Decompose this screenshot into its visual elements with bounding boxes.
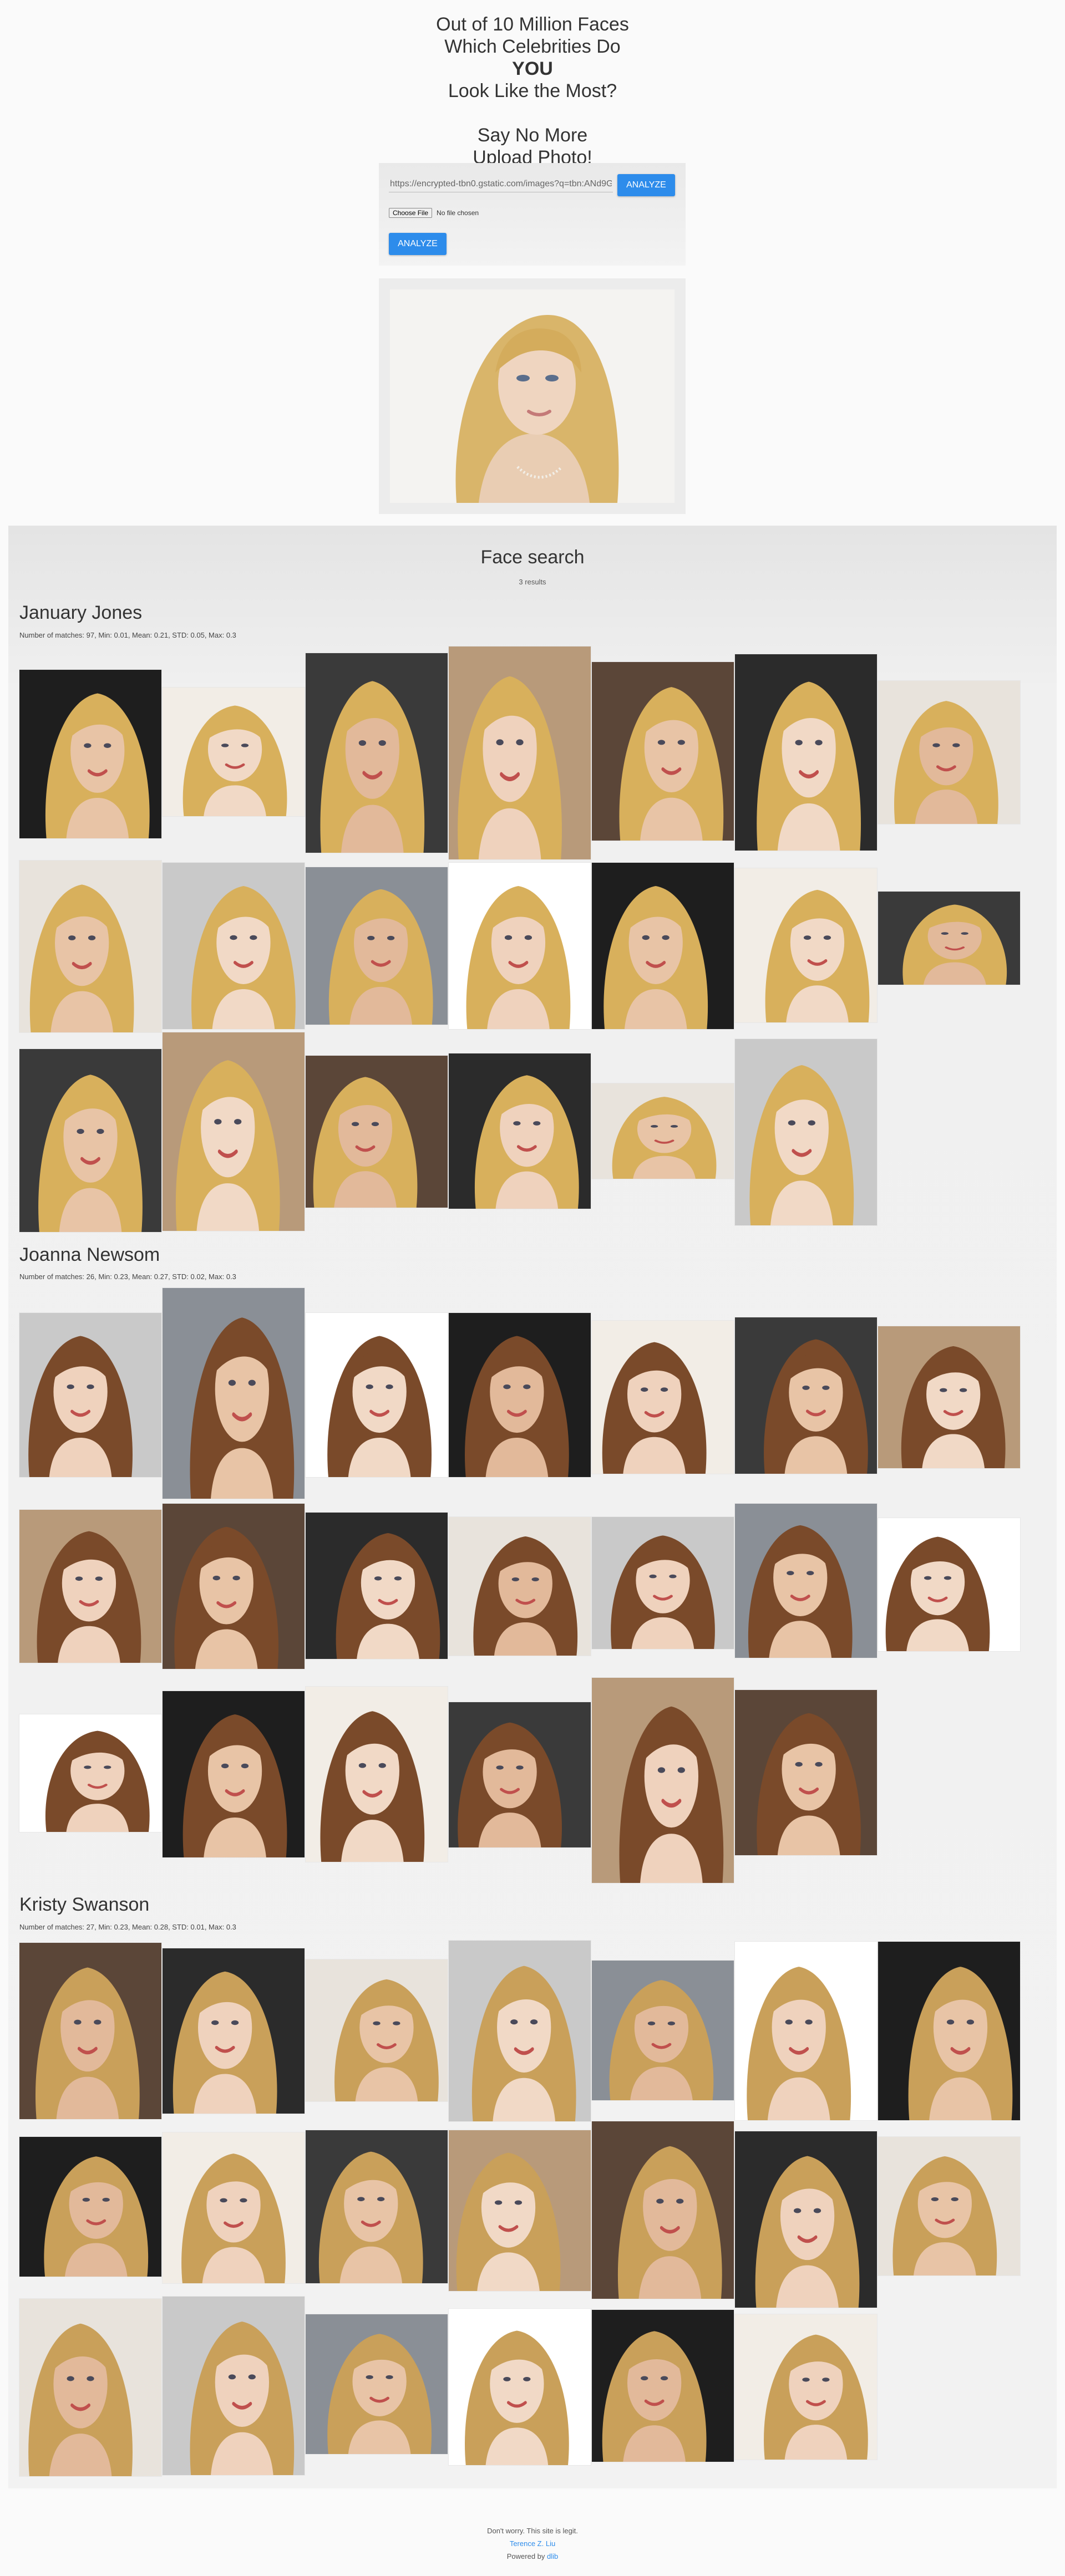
celebrity-name: January Jones: [19, 602, 143, 623]
match-photo-thumbnail[interactable]: [19, 2137, 161, 2277]
match-photo-thumbnail[interactable]: [449, 2130, 591, 2291]
match-photo-thumbnail[interactable]: [735, 1690, 877, 1855]
match-photo-thumbnail[interactable]: [306, 1687, 448, 1862]
match-photo-thumbnail[interactable]: [735, 1317, 877, 1474]
match-photo-thumbnail[interactable]: [163, 1504, 305, 1669]
celebrity-match-stats: Number of matches: 97, Min: 0.01, Mean: …: [19, 631, 236, 639]
match-photo-thumbnail[interactable]: [449, 1702, 591, 1847]
match-photo-thumbnail[interactable]: [449, 1941, 591, 2121]
match-photo-thumbnail[interactable]: [592, 2121, 734, 2299]
celebrity-match-stats: Number of matches: 26, Min: 0.23, Mean: …: [19, 1272, 236, 1281]
match-photo-thumbnail[interactable]: [19, 1714, 161, 1832]
match-photo-thumbnail[interactable]: [878, 681, 1020, 824]
match-photo-thumbnail[interactable]: [19, 861, 161, 1032]
match-photo-thumbnail[interactable]: [449, 1313, 591, 1477]
match-photo-thumbnail[interactable]: [735, 2314, 877, 2460]
hero-line-2: Which Celebrities Do: [444, 36, 621, 57]
upload-form: ANALYZE Choose File No file chosen ANALY…: [379, 163, 686, 266]
hero-line-4: Look Like the Most?: [448, 80, 617, 101]
match-photo-thumbnail[interactable]: [306, 653, 448, 853]
match-photo-thumbnail[interactable]: [163, 1288, 305, 1499]
match-photo-thumbnail[interactable]: [306, 1313, 448, 1477]
dlib-link[interactable]: dlib: [547, 2552, 558, 2560]
match-photo-thumbnail[interactable]: [163, 688, 305, 816]
match-photo-thumbnail[interactable]: [163, 1032, 305, 1231]
match-photo-thumbnail[interactable]: [19, 1943, 161, 2119]
match-photo-thumbnail[interactable]: [19, 2299, 161, 2476]
match-photo-thumbnail[interactable]: [449, 863, 591, 1029]
file-picker-row: Choose File No file chosen: [389, 207, 479, 218]
match-photo-thumbnail[interactable]: [878, 1942, 1020, 2120]
match-photo-thumbnail[interactable]: [449, 1053, 591, 1209]
match-photo-thumbnail[interactable]: [449, 1517, 591, 1656]
match-photo-thumbnail[interactable]: [449, 2309, 591, 2465]
match-photo-thumbnail[interactable]: [592, 1517, 734, 1649]
hero-heading: Out of 10 Million Faces Which Celebritie…: [0, 13, 1065, 169]
match-photo-thumbnail[interactable]: [163, 2297, 305, 2475]
hero-line-you: YOU: [512, 58, 553, 79]
analyze-url-button[interactable]: ANALYZE: [617, 174, 675, 196]
match-photo-thumbnail[interactable]: [878, 1518, 1020, 1651]
no-file-chosen-text: No file chosen: [437, 209, 479, 217]
match-photo-thumbnail[interactable]: [306, 1959, 448, 2101]
choose-file-button[interactable]: Choose File: [389, 208, 433, 218]
match-photo-thumbnail[interactable]: [592, 1083, 734, 1179]
hero-line-1: Out of 10 Million Faces: [436, 14, 629, 35]
results-count: 3 results: [519, 578, 546, 586]
match-photo-thumbnail[interactable]: [735, 1942, 877, 2120]
match-photo-thumbnail[interactable]: [878, 2137, 1020, 2275]
match-photo-thumbnail[interactable]: [306, 1513, 448, 1659]
match-photo-thumbnail[interactable]: [19, 1313, 161, 1477]
match-photo-thumbnail[interactable]: [735, 1039, 877, 1225]
powered-by-label: Powered by: [506, 2552, 545, 2560]
match-photo-thumbnail[interactable]: [163, 2132, 305, 2283]
match-photo-thumbnail[interactable]: [592, 662, 734, 841]
match-photo-thumbnail[interactable]: [735, 868, 877, 1022]
match-photo-thumbnail[interactable]: [306, 1056, 448, 1208]
match-photo-thumbnail[interactable]: [163, 863, 305, 1029]
site-footer: Don't worry. This site is legit. Terence…: [0, 2524, 1065, 2563]
match-photo-thumbnail[interactable]: [592, 1321, 734, 1474]
face-search-results: Face search 3 results January Jones Numb…: [8, 526, 1057, 2488]
match-photo-thumbnail[interactable]: [878, 1326, 1020, 1468]
match-photo-thumbnail[interactable]: [449, 646, 591, 859]
author-link[interactable]: Terence Z. Liu: [510, 2539, 555, 2548]
footer-disclaimer: Don't worry. This site is legit.: [487, 2527, 578, 2535]
match-photo-thumbnail[interactable]: [592, 863, 734, 1029]
match-photo-thumbnail[interactable]: [735, 654, 877, 851]
celebrity-name: Kristy Swanson: [19, 1894, 150, 1915]
match-photo-thumbnail[interactable]: [592, 1961, 734, 2100]
match-photo-thumbnail[interactable]: [163, 1948, 305, 2114]
powered-by: Powered by dlib: [0, 2550, 1065, 2563]
uploaded-photo: [390, 289, 674, 503]
match-photo-thumbnail[interactable]: [19, 1049, 161, 1232]
match-photo-thumbnail[interactable]: [19, 670, 161, 838]
match-photo-thumbnail[interactable]: [735, 1504, 877, 1658]
match-photo-thumbnail[interactable]: [878, 892, 1020, 985]
face-search-title: Face search: [480, 547, 585, 568]
match-photo-thumbnail[interactable]: [163, 1691, 305, 1857]
celebrity-name: Joanna Newsom: [19, 1244, 160, 1265]
analyze-file-button[interactable]: ANALYZE: [389, 233, 447, 255]
match-photo-thumbnail[interactable]: [306, 867, 448, 1025]
match-photo-thumbnail[interactable]: [592, 1678, 734, 1883]
match-photo-thumbnail[interactable]: [592, 2310, 734, 2462]
match-photo-thumbnail[interactable]: [19, 1510, 161, 1663]
hero-line-5: Say No More: [477, 125, 588, 146]
match-photo-thumbnail[interactable]: [306, 2130, 448, 2283]
image-url-input[interactable]: [389, 176, 613, 192]
celebrity-match-stats: Number of matches: 27, Min: 0.23, Mean: …: [19, 1923, 236, 1931]
match-photo-thumbnail[interactable]: [306, 2314, 448, 2454]
match-photo-thumbnail[interactable]: [735, 2131, 877, 2308]
uploaded-photo-preview: [379, 278, 686, 514]
